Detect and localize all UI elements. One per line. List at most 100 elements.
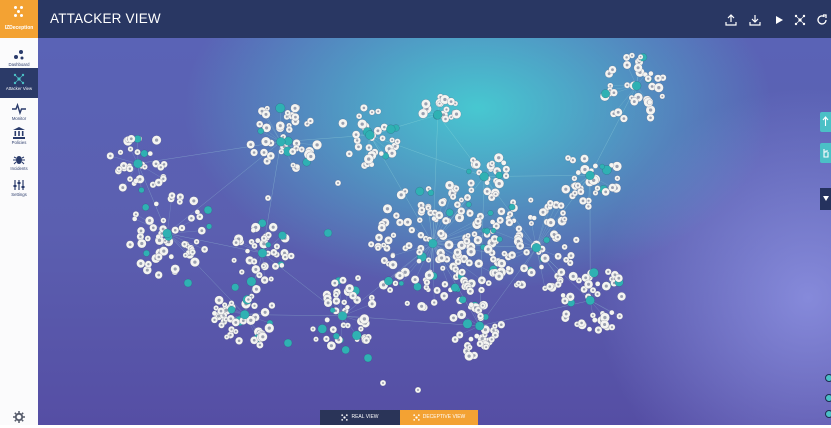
download-icon[interactable] [749, 13, 761, 25]
graph-node[interactable] [206, 224, 212, 230]
graph-hub-node[interactable] [532, 243, 541, 252]
graph-node[interactable] [576, 170, 581, 175]
graph-node[interactable] [539, 265, 544, 270]
graph-node[interactable] [463, 319, 472, 328]
graph-node[interactable] [647, 100, 652, 105]
deceptive-view-button[interactable]: DECEPTIVE VIEW [400, 410, 478, 425]
graph-node[interactable] [509, 204, 515, 210]
graph-node[interactable] [212, 311, 217, 316]
graph-node[interactable] [595, 281, 600, 286]
graph-node[interactable] [228, 306, 235, 313]
graph-node[interactable] [276, 103, 285, 112]
graph-node[interactable] [247, 277, 256, 286]
legend-marker[interactable] [825, 374, 831, 382]
graph-node[interactable] [488, 210, 494, 216]
sidebar-item-settings[interactable]: Settings [0, 174, 38, 204]
graph-node[interactable] [156, 234, 161, 239]
graph-hub-node[interactable] [276, 137, 285, 146]
graph-node[interactable] [417, 259, 422, 264]
graph-node[interactable] [266, 242, 271, 247]
graph-node[interactable] [169, 254, 174, 259]
graph-node[interactable] [451, 283, 459, 291]
graph-hub-node[interactable] [433, 110, 442, 119]
graph-node[interactable] [278, 231, 286, 239]
graph-hub-node[interactable] [133, 159, 142, 168]
legend-marker[interactable] [825, 394, 831, 402]
graph-node[interactable] [459, 296, 466, 303]
graph-hub-node[interactable] [632, 81, 641, 90]
graph-node[interactable] [466, 169, 471, 174]
graph-node[interactable] [544, 237, 550, 243]
network-icon[interactable] [794, 13, 806, 25]
graph-node[interactable] [593, 163, 598, 168]
app-logo[interactable]: IZDeception [0, 0, 38, 38]
graph-node[interactable] [491, 228, 496, 233]
graph-node[interactable] [324, 229, 332, 237]
graph-node[interactable] [386, 125, 395, 134]
graph-hub-node[interactable] [475, 321, 484, 330]
graph-node[interactable] [342, 346, 350, 354]
graph-node[interactable] [601, 89, 610, 98]
graph-node[interactable] [648, 71, 653, 76]
graph-node[interactable] [390, 253, 395, 258]
graph-node[interactable] [506, 266, 511, 271]
network-graph-canvas[interactable] [38, 38, 831, 425]
graph-hub-node[interactable] [338, 311, 347, 320]
graph-node[interactable] [325, 317, 330, 322]
graph-hub-node[interactable] [240, 310, 249, 319]
graph-node[interactable] [446, 209, 453, 216]
graph-node[interactable] [469, 302, 474, 307]
graph-hub-node[interactable] [163, 229, 172, 238]
graph-node[interactable] [204, 206, 212, 214]
graph-node[interactable] [592, 317, 597, 322]
filter-panel-toggle[interactable] [820, 188, 831, 210]
gear-icon[interactable] [13, 410, 25, 422]
graph-node[interactable] [364, 354, 372, 362]
graph-hub-node[interactable] [480, 172, 489, 181]
graph-node[interactable] [143, 250, 149, 256]
graph-node[interactable] [141, 150, 148, 157]
graph-node[interactable] [609, 310, 614, 315]
graph-hub-node[interactable] [258, 249, 267, 258]
graph-node[interactable] [251, 228, 256, 233]
graph-node[interactable] [587, 327, 592, 332]
graph-node[interactable] [466, 202, 472, 208]
graph-node[interactable] [600, 164, 605, 169]
side-hand-button[interactable] [820, 143, 831, 163]
graph-node[interactable] [490, 219, 495, 224]
graph-node[interactable] [345, 305, 350, 310]
graph-node[interactable] [379, 151, 384, 156]
side-upload-button[interactable] [820, 112, 831, 132]
graph-node[interactable] [255, 238, 260, 243]
graph-hub-node[interactable] [586, 296, 595, 305]
graph-node[interactable] [132, 216, 137, 221]
graph-node[interactable] [333, 333, 339, 339]
graph-node[interactable] [284, 339, 292, 347]
graph-node[interactable] [279, 263, 284, 268]
graph-node[interactable] [501, 160, 506, 165]
graph-node[interactable] [142, 204, 149, 211]
real-view-button[interactable]: REAL VIEW [320, 410, 400, 425]
graph-node[interactable] [154, 201, 159, 206]
graph-node[interactable] [474, 334, 479, 339]
refresh-icon[interactable] [816, 13, 828, 25]
graph-nodes[interactable] [107, 53, 667, 393]
graph-node[interactable] [318, 324, 327, 333]
graph-node[interactable] [399, 281, 404, 286]
graph-node[interactable] [295, 164, 300, 169]
legend-marker[interactable] [825, 410, 831, 418]
graph-node[interactable] [330, 308, 335, 313]
graph-node[interactable] [428, 190, 434, 196]
graph-node[interactable] [258, 128, 264, 134]
graph-node[interactable] [148, 151, 153, 156]
graph-node[interactable] [352, 331, 361, 340]
graph-node[interactable] [231, 283, 238, 290]
play-icon[interactable] [773, 13, 785, 25]
graph-node[interactable] [184, 279, 192, 287]
graph-node[interactable] [416, 187, 424, 195]
graph-node[interactable] [497, 236, 503, 242]
graph-node[interactable] [532, 216, 537, 221]
graph-node[interactable] [468, 337, 473, 342]
graph-node[interactable] [384, 277, 393, 286]
graph-node[interactable] [484, 228, 490, 234]
